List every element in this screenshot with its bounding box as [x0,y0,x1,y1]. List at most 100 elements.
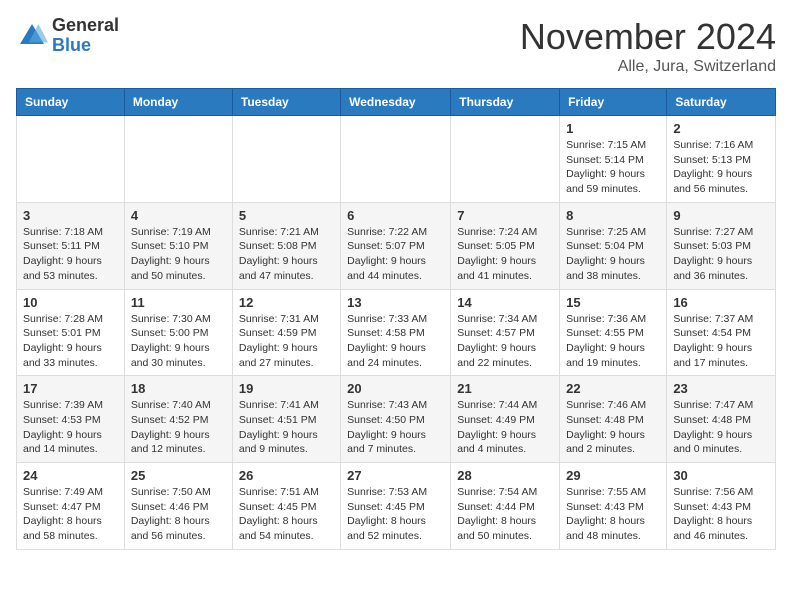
header-day: Tuesday [232,89,340,116]
calendar-cell: 29 Sunrise: 7:55 AM Sunset: 4:43 PM Dayli… [560,463,667,550]
day-number: 9 [673,208,769,223]
day-detail: Sunrise: 7:15 AM Sunset: 5:14 PM Dayligh… [566,138,660,197]
day-number: 5 [239,208,334,223]
day-detail: Sunrise: 7:51 AM Sunset: 4:45 PM Dayligh… [239,485,334,544]
day-number: 23 [673,381,769,396]
calendar-cell: 4Sunrise: 7:19 AM Sunset: 5:10 PM Daylig… [124,202,232,289]
calendar-cell [341,116,451,203]
day-number: 21 [457,381,553,396]
calendar-week-row: 1 Sunrise: 7:15 AM Sunset: 5:14 PM Daylig… [17,116,776,203]
day-detail: Sunrise: 7:56 AM Sunset: 4:43 PM Dayligh… [673,485,769,544]
day-detail: Sunrise: 7:24 AM Sunset: 5:05 PM Dayligh… [457,225,553,284]
calendar-cell: 1 Sunrise: 7:15 AM Sunset: 5:14 PM Daylig… [560,116,667,203]
day-number: 10 [23,295,118,310]
header-day: Wednesday [341,89,451,116]
calendar-cell: 24 Sunrise: 7:49 AM Sunset: 4:47 PM Dayli… [17,463,125,550]
day-number: 18 [131,381,226,396]
day-detail: Sunrise: 7:21 AM Sunset: 5:08 PM Dayligh… [239,225,334,284]
day-detail: Sunrise: 7:47 AM Sunset: 4:48 PM Dayligh… [673,398,769,457]
day-detail: Sunrise: 7:39 AM Sunset: 4:53 PM Dayligh… [23,398,118,457]
day-detail: Sunrise: 7:49 AM Sunset: 4:47 PM Dayligh… [23,485,118,544]
page-header: General Blue November 2024 Alle, Jura, S… [16,16,776,76]
calendar-week-row: 24 Sunrise: 7:49 AM Sunset: 4:47 PM Dayli… [17,463,776,550]
calendar-week-row: 10 Sunrise: 7:28 AM Sunset: 5:01 PM Dayli… [17,289,776,376]
calendar-cell: 14 Sunrise: 7:34 AM Sunset: 4:57 PM Dayli… [451,289,560,376]
day-number: 26 [239,468,334,483]
day-number: 22 [566,381,660,396]
calendar-week-row: 17 Sunrise: 7:39 AM Sunset: 4:53 PM Dayli… [17,376,776,463]
calendar-cell: 5 Sunrise: 7:21 AM Sunset: 5:08 PM Daylig… [232,202,340,289]
day-detail: Sunrise: 7:31 AM Sunset: 4:59 PM Dayligh… [239,312,334,371]
location-title: Alle, Jura, Switzerland [520,58,776,76]
day-number: 4 [131,208,226,223]
calendar-cell: 19Sunrise: 7:41 AM Sunset: 4:51 PM Dayli… [232,376,340,463]
day-detail: Sunrise: 7:18 AM Sunset: 5:11 PM Dayligh… [23,225,118,284]
logo-blue: Blue [52,36,119,56]
day-detail: Sunrise: 7:28 AM Sunset: 5:01 PM Dayligh… [23,312,118,371]
day-detail: Sunrise: 7:44 AM Sunset: 4:49 PM Dayligh… [457,398,553,457]
calendar-cell: 18Sunrise: 7:40 AM Sunset: 4:52 PM Dayli… [124,376,232,463]
logo-general: General [52,16,119,36]
calendar-cell: 25Sunrise: 7:50 AM Sunset: 4:46 PM Dayli… [124,463,232,550]
calendar-cell: 16 Sunrise: 7:37 AM Sunset: 4:54 PM Dayli… [667,289,776,376]
calendar-cell: 21 Sunrise: 7:44 AM Sunset: 4:49 PM Dayli… [451,376,560,463]
logo: General Blue [16,16,119,56]
calendar-cell: 11 Sunrise: 7:30 AM Sunset: 5:00 PM Dayli… [124,289,232,376]
day-number: 16 [673,295,769,310]
header-day: Friday [560,89,667,116]
day-number: 28 [457,468,553,483]
calendar-week-row: 3 Sunrise: 7:18 AM Sunset: 5:11 PM Daylig… [17,202,776,289]
calendar-cell: 3 Sunrise: 7:18 AM Sunset: 5:11 PM Daylig… [17,202,125,289]
header-day: Monday [124,89,232,116]
calendar-cell: 9 Sunrise: 7:27 AM Sunset: 5:03 PM Daylig… [667,202,776,289]
day-detail: Sunrise: 7:55 AM Sunset: 4:43 PM Dayligh… [566,485,660,544]
calendar-cell: 10 Sunrise: 7:28 AM Sunset: 5:01 PM Dayli… [17,289,125,376]
day-number: 7 [457,208,553,223]
day-number: 12 [239,295,334,310]
header-day: Saturday [667,89,776,116]
calendar-cell: 15 Sunrise: 7:36 AM Sunset: 4:55 PM Dayli… [560,289,667,376]
day-detail: Sunrise: 7:22 AM Sunset: 5:07 PM Dayligh… [347,225,444,284]
day-number: 19 [239,381,334,396]
logo-text: General Blue [52,16,119,56]
day-detail: Sunrise: 7:37 AM Sunset: 4:54 PM Dayligh… [673,312,769,371]
calendar-cell: 8Sunrise: 7:25 AM Sunset: 5:04 PM Daylig… [560,202,667,289]
day-number: 11 [131,295,226,310]
calendar-cell [17,116,125,203]
day-number: 30 [673,468,769,483]
calendar-cell: 23 Sunrise: 7:47 AM Sunset: 4:48 PM Dayli… [667,376,776,463]
calendar-table: SundayMondayTuesdayWednesdayThursdayFrid… [16,88,776,550]
day-detail: Sunrise: 7:33 AM Sunset: 4:58 PM Dayligh… [347,312,444,371]
day-detail: Sunrise: 7:54 AM Sunset: 4:44 PM Dayligh… [457,485,553,544]
day-number: 6 [347,208,444,223]
day-detail: Sunrise: 7:36 AM Sunset: 4:55 PM Dayligh… [566,312,660,371]
day-number: 27 [347,468,444,483]
month-title: November 2024 [520,16,776,58]
header-row: SundayMondayTuesdayWednesdayThursdayFrid… [17,89,776,116]
calendar-cell: 20Sunrise: 7:43 AM Sunset: 4:50 PM Dayli… [341,376,451,463]
calendar-cell: 12 Sunrise: 7:31 AM Sunset: 4:59 PM Dayli… [232,289,340,376]
day-number: 3 [23,208,118,223]
header-day: Thursday [451,89,560,116]
day-number: 15 [566,295,660,310]
day-number: 13 [347,295,444,310]
calendar-cell: 2Sunrise: 7:16 AM Sunset: 5:13 PM Daylig… [667,116,776,203]
day-detail: Sunrise: 7:53 AM Sunset: 4:45 PM Dayligh… [347,485,444,544]
calendar-cell: 26 Sunrise: 7:51 AM Sunset: 4:45 PM Dayli… [232,463,340,550]
day-detail: Sunrise: 7:30 AM Sunset: 5:00 PM Dayligh… [131,312,226,371]
day-detail: Sunrise: 7:46 AM Sunset: 4:48 PM Dayligh… [566,398,660,457]
calendar-cell: 7 Sunrise: 7:24 AM Sunset: 5:05 PM Daylig… [451,202,560,289]
day-number: 29 [566,468,660,483]
day-number: 2 [673,121,769,136]
title-area: November 2024 Alle, Jura, Switzerland [520,16,776,76]
day-number: 17 [23,381,118,396]
day-number: 24 [23,468,118,483]
day-detail: Sunrise: 7:27 AM Sunset: 5:03 PM Dayligh… [673,225,769,284]
calendar-cell: 6 Sunrise: 7:22 AM Sunset: 5:07 PM Daylig… [341,202,451,289]
day-number: 1 [566,121,660,136]
calendar-cell: 30 Sunrise: 7:56 AM Sunset: 4:43 PM Dayli… [667,463,776,550]
header-day: Sunday [17,89,125,116]
day-detail: Sunrise: 7:34 AM Sunset: 4:57 PM Dayligh… [457,312,553,371]
day-detail: Sunrise: 7:25 AM Sunset: 5:04 PM Dayligh… [566,225,660,284]
day-number: 14 [457,295,553,310]
